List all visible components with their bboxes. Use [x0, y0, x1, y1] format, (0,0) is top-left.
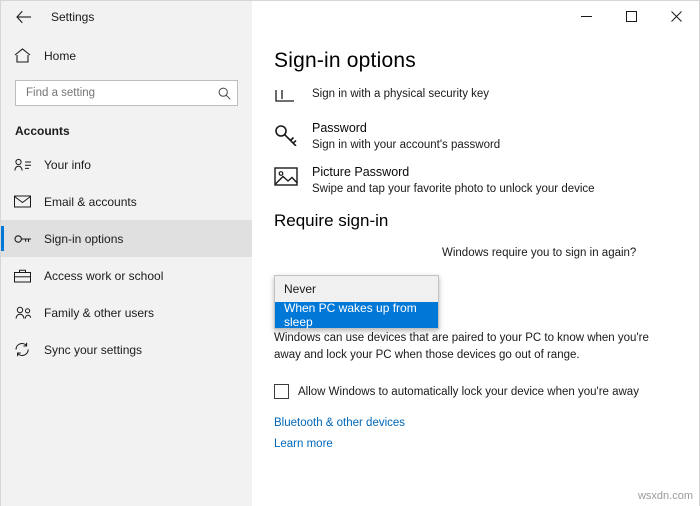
content-pane: Sign-in options Sign in with a physical … — [252, 33, 699, 506]
sidebar-section-title: Accounts — [1, 118, 252, 146]
sidebar-item-home[interactable]: Home — [1, 37, 252, 74]
require-signin-dropdown-list[interactable]: Never When PC wakes up from sleep — [274, 275, 439, 329]
sidebar-item-label: Access work or school — [44, 269, 163, 283]
window-title: Settings — [47, 10, 94, 24]
option-desc: Sign in with your account's password — [312, 137, 500, 153]
page-title: Sign-in options — [274, 49, 679, 73]
option-security-key[interactable]: Sign in with a physical security key — [274, 85, 679, 109]
settings-window: Settings — [0, 0, 700, 506]
dynamic-lock-checkbox-row[interactable]: Allow Windows to automatically lock your… — [274, 384, 679, 399]
search-icon — [218, 87, 231, 100]
minimize-icon — [581, 11, 592, 22]
sidebar-item-label: Your info — [44, 158, 91, 172]
picture-password-icon — [274, 164, 312, 188]
sidebar-item-family-other-users[interactable]: Family & other users — [1, 294, 252, 331]
sidebar-item-access-work-school[interactable]: Access work or school — [1, 257, 252, 294]
option-text: Sign in with a physical security key — [312, 85, 489, 102]
title-bar: Settings — [1, 1, 699, 33]
sidebar-item-label: Home — [44, 49, 76, 63]
sidebar-item-label: Family & other users — [44, 306, 154, 320]
sidebar: Home Accounts — [1, 33, 252, 506]
home-icon — [14, 48, 44, 63]
dropdown-option-when-pc-wakes[interactable]: When PC wakes up from sleep — [275, 302, 438, 328]
window-body: Home Accounts — [1, 33, 699, 506]
sidebar-item-label: Email & accounts — [44, 195, 137, 209]
dynamic-lock-checkbox-label: Allow Windows to automatically lock your… — [298, 386, 639, 398]
search-input[interactable] — [24, 86, 218, 100]
option-desc: Sign in with a physical security key — [312, 86, 489, 102]
minimize-button[interactable] — [564, 1, 609, 31]
link-learn-more[interactable]: Learn more — [274, 438, 679, 450]
dynamic-lock-checkbox[interactable] — [274, 384, 289, 399]
maximize-button[interactable] — [609, 1, 654, 31]
sidebar-item-sign-in-options[interactable]: Sign-in options — [1, 220, 252, 257]
sidebar-item-email-accounts[interactable]: Email & accounts — [1, 183, 252, 220]
sidebar-item-your-info[interactable]: Your info — [1, 146, 252, 183]
maximize-icon — [626, 11, 637, 22]
security-key-icon — [274, 85, 312, 109]
option-password[interactable]: Password Sign in with your account's pas… — [274, 120, 679, 153]
dropdown-option-never[interactable]: Never — [275, 276, 438, 302]
people-icon — [14, 306, 44, 320]
back-arrow-icon — [16, 10, 32, 24]
require-signin-description: Windows require you to sign in again? — [442, 247, 679, 259]
title-bar-left: Settings — [1, 1, 252, 33]
sidebar-item-label: Sync your settings — [44, 343, 142, 357]
dynamic-lock-description: Windows can use devices that are paired … — [274, 330, 654, 364]
option-name: Picture Password — [312, 164, 595, 180]
back-button[interactable] — [1, 1, 47, 33]
window-controls — [252, 1, 699, 33]
link-bluetooth-other-devices[interactable]: Bluetooth & other devices — [274, 417, 679, 429]
require-signin-heading: Require sign-in — [274, 211, 679, 231]
person-info-icon — [14, 158, 44, 172]
sidebar-item-sync-your-settings[interactable]: Sync your settings — [1, 331, 252, 368]
option-name: Password — [312, 120, 500, 136]
option-text: Picture Password Swipe and tap your favo… — [312, 164, 595, 197]
option-desc: Swipe and tap your favorite photo to unl… — [312, 181, 595, 197]
sidebar-item-label: Sign-in options — [44, 232, 123, 246]
option-picture-password[interactable]: Picture Password Swipe and tap your favo… — [274, 164, 679, 197]
briefcase-icon — [14, 269, 44, 283]
option-text: Password Sign in with your account's pas… — [312, 120, 500, 153]
search-box[interactable] — [15, 80, 238, 106]
envelope-icon — [14, 195, 44, 208]
key-icon — [274, 120, 312, 146]
close-button[interactable] — [654, 1, 699, 31]
sync-icon — [14, 342, 44, 357]
watermark: wsxdn.com — [638, 490, 693, 502]
key-icon — [14, 232, 44, 246]
close-icon — [671, 11, 682, 22]
